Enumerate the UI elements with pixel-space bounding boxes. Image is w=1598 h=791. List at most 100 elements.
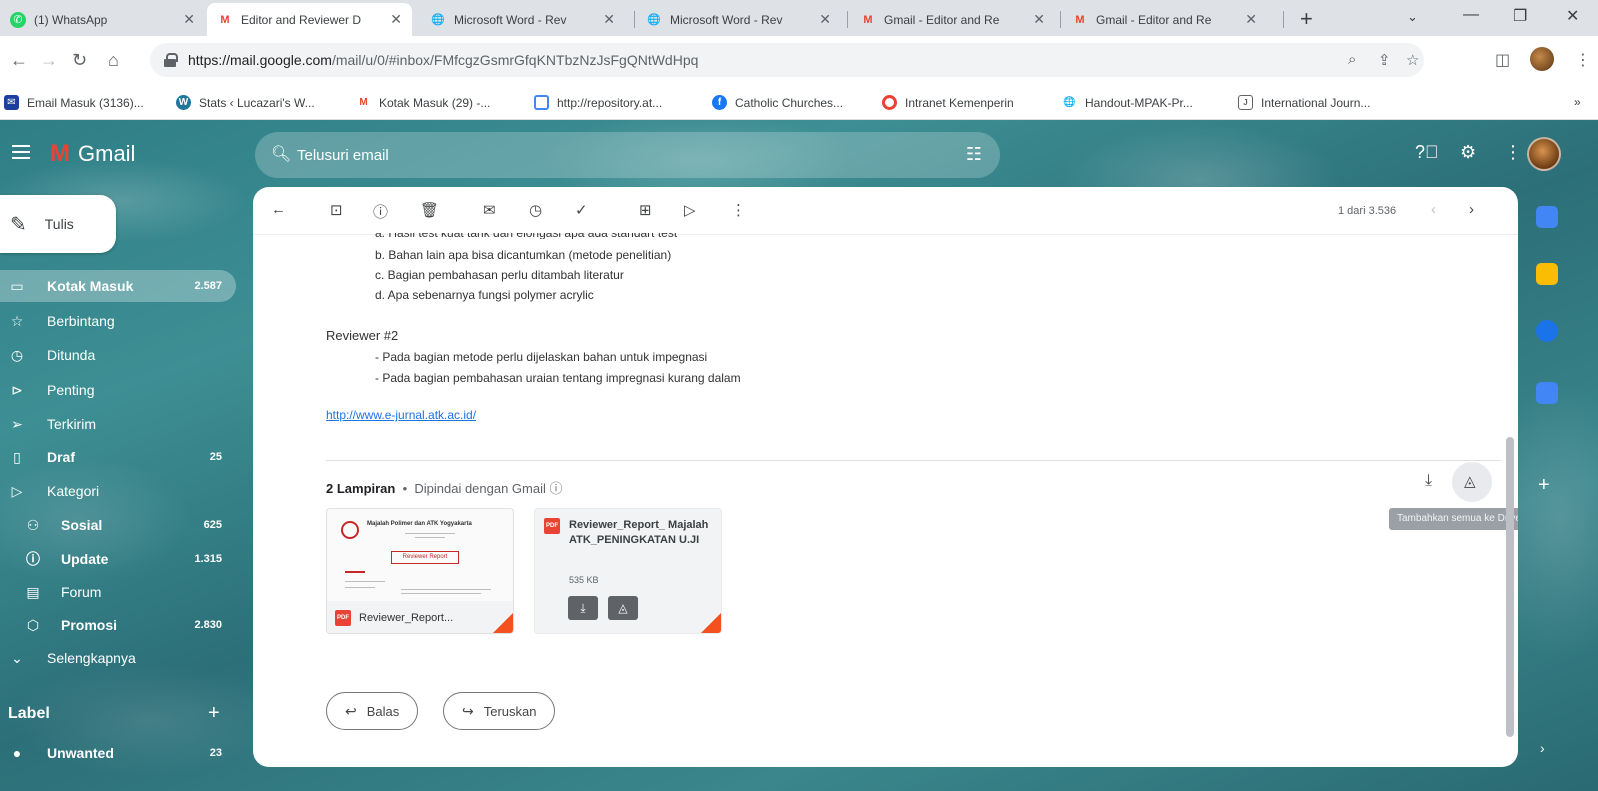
bookmark-star-icon[interactable]: ☆ xyxy=(1406,51,1419,69)
bookmark-item[interactable]: M Kotak Masuk (29) -... xyxy=(356,95,490,110)
browser-tab-active[interactable]: M Editor and Reviewer D ✕ xyxy=(207,3,412,36)
move-to-icon[interactable]: ⊞ xyxy=(639,201,652,219)
compose-button[interactable]: ✎ Tulis xyxy=(0,195,116,253)
sidebar-item-forums[interactable]: ▤ Forum xyxy=(0,576,236,608)
menu-dots-icon[interactable]: ⋮ xyxy=(1575,50,1591,70)
more-options-icon[interactable]: ⋮ xyxy=(731,201,746,219)
address-bar[interactable]: https://mail.google.com/mail/u/0/#inbox/… xyxy=(150,43,1424,77)
older-chevron-icon[interactable]: › xyxy=(1469,201,1474,218)
snooze-icon[interactable]: ◷ xyxy=(529,201,542,219)
new-tab-button[interactable]: + xyxy=(1300,6,1313,32)
message-panel: ← ⊡ ⓘ 🗑︎ ✉ ◷ ✓ ⊞ ▷ ⋮ 1 dari 3.536 ‹ › a.… xyxy=(253,187,1518,767)
minimize-icon[interactable]: — xyxy=(1463,6,1479,24)
add-task-icon[interactable]: ✓ xyxy=(575,201,588,219)
search-input[interactable] xyxy=(297,142,897,168)
label-icon[interactable]: ▷ xyxy=(684,201,696,219)
browser-tab[interactable]: 🌐 Microsoft Word - Rev ✕ xyxy=(420,3,625,36)
url-text: https://mail.google.com/mail/u/0/#inbox/… xyxy=(188,52,699,68)
side-panel-icon[interactable]: ◫ xyxy=(1495,50,1510,70)
search-options-icon[interactable]: ☷ xyxy=(966,144,982,165)
attachment-card[interactable]: Majalah Polimer dan ATK Yogyakarta Revie… xyxy=(326,508,514,634)
close-icon[interactable]: ✕ xyxy=(1033,11,1045,28)
back-arrow-icon[interactable]: ← xyxy=(271,201,286,218)
close-window-icon[interactable]: ✕ xyxy=(1566,6,1579,26)
tab-search-icon[interactable]: ⌄ xyxy=(1407,9,1418,25)
close-icon[interactable]: ✕ xyxy=(603,11,615,28)
sidebar-item-social[interactable]: ⚇ Sosial 625 xyxy=(0,509,236,541)
bookmark-item[interactable]: Intranet Kemenperin xyxy=(882,95,1014,110)
sidebar-item-drafts[interactable]: ▯ Draf 25 xyxy=(0,441,236,473)
sidebar-item-updates[interactable]: ⓘ Update 1.315 xyxy=(0,543,236,575)
search-icon[interactable]: 🔍︎ xyxy=(271,144,291,164)
sidebar-item-inbox[interactable]: ▭ Kotak Masuk 2.587 xyxy=(0,270,236,302)
sidebar-item-categories[interactable]: ▷ Kategori xyxy=(0,475,236,507)
reload-icon[interactable]: ↻ xyxy=(72,50,87,71)
sidebar-item-snoozed[interactable]: ◷ Ditunda xyxy=(0,339,236,371)
reply-button[interactable]: ↩ Balas xyxy=(326,692,419,730)
close-icon[interactable]: ✕ xyxy=(183,11,195,28)
browser-tab[interactable]: ✆ (1) WhatsApp ✕ xyxy=(0,3,205,36)
delete-icon[interactable]: 🗑︎ xyxy=(420,201,439,219)
tasks-icon[interactable] xyxy=(1536,320,1558,342)
bookmarks-bar: ✉ Email Masuk (3136)... W Stats ‹ Lucazari… xyxy=(0,86,1598,120)
search-bar: 🔍︎ ☷ xyxy=(255,132,1000,178)
bookmark-item[interactable]: J International Journ... xyxy=(1238,95,1370,110)
gmail-app: M Gmail 🔍︎ ☷ ?⃝ ⚙ ⋮⋮ ✎ Tulis ▭ Kotak Mas… xyxy=(0,120,1598,791)
gmail-logo[interactable]: M Gmail xyxy=(50,140,135,168)
body-line: b. Bahan lain apa bisa dicantumkan (meto… xyxy=(375,248,672,262)
wordpress-icon: W xyxy=(176,95,191,110)
sidebar-item-important[interactable]: ⊳ Penting xyxy=(0,374,236,406)
share-icon[interactable]: ⇪ xyxy=(1378,51,1391,69)
sidebar-item-more[interactable]: ⌄ Selengkapnya xyxy=(0,642,236,674)
body-line-cut: a. Hasil test kuat tarik dan elongasi ap… xyxy=(375,233,677,239)
browser-tab[interactable]: 🌐 Microsoft Word - Rev ✕ xyxy=(636,3,841,36)
add-addon-icon[interactable]: + xyxy=(1538,474,1550,497)
add-to-drive-button[interactable]: ◬ xyxy=(1452,462,1492,502)
labels-header: Label xyxy=(8,705,50,722)
bookmark-item[interactable]: 🌐 Handout-MPAK-Pr... xyxy=(1062,95,1193,110)
info-icon: ⓘ xyxy=(549,481,563,496)
forward-arrow-icon[interactable]: → xyxy=(40,50,58,71)
save-to-drive-button[interactable]: ◬ xyxy=(608,596,638,620)
back-arrow-icon[interactable]: ← xyxy=(10,50,28,71)
sidebar-label-unwanted[interactable]: ● Unwanted 23 xyxy=(0,737,236,769)
home-icon[interactable]: ⌂ xyxy=(108,50,119,71)
help-icon[interactable]: ?⃝ xyxy=(1415,142,1439,163)
gmail-icon: M xyxy=(863,13,873,26)
main-menu-icon[interactable] xyxy=(12,145,30,159)
report-spam-icon[interactable]: ⓘ xyxy=(373,201,388,222)
bookmark-item[interactable]: W Stats ‹ Lucazari's W... xyxy=(176,95,315,110)
journal-icon: J xyxy=(1238,95,1253,110)
bookmarks-overflow-icon[interactable]: » xyxy=(1574,95,1581,109)
message-scrollbar[interactable] xyxy=(1506,437,1514,737)
add-label-icon[interactable]: + xyxy=(208,702,220,725)
sidebar-item-promotions[interactable]: ⬡ Promosi 2.830 xyxy=(0,609,236,641)
contacts-icon[interactable] xyxy=(1536,382,1558,404)
hide-side-panel-icon[interactable]: › xyxy=(1540,740,1545,756)
maximize-icon[interactable]: ❐ xyxy=(1513,6,1527,26)
mark-unread-icon[interactable]: ✉ xyxy=(483,201,496,219)
attachment-card[interactable]: PDF Reviewer_Report_ Majalah ATK_PENINGK… xyxy=(534,508,722,634)
download-button[interactable]: ⤓ xyxy=(568,596,598,620)
newer-chevron-icon[interactable]: ‹ xyxy=(1431,201,1436,218)
bookmark-item[interactable]: f Catholic Churches... xyxy=(712,95,843,110)
sidebar-item-starred[interactable]: ☆ Berbintang xyxy=(0,305,236,337)
journal-link[interactable]: http://www.e-jurnal.atk.ac.id/ xyxy=(326,408,476,422)
account-avatar[interactable] xyxy=(1527,137,1561,171)
keep-icon[interactable] xyxy=(1536,263,1558,285)
close-icon[interactable]: ✕ xyxy=(819,11,831,28)
browser-tab[interactable]: M Gmail - Editor and Re ✕ xyxy=(1062,3,1267,36)
close-icon[interactable]: ✕ xyxy=(390,11,402,28)
bookmark-item[interactable]: http://repository.at... xyxy=(534,95,662,110)
calendar-icon[interactable] xyxy=(1536,206,1558,228)
close-icon[interactable]: ✕ xyxy=(1245,11,1257,28)
zoom-icon[interactable]: ⌕ xyxy=(1348,51,1356,68)
archive-icon[interactable]: ⊡ xyxy=(330,201,343,219)
browser-tab[interactable]: M Gmail - Editor and Re ✕ xyxy=(850,3,1055,36)
forward-button[interactable]: ↪ Teruskan xyxy=(443,692,556,730)
bookmark-item[interactable]: ✉ Email Masuk (3136)... xyxy=(4,95,144,110)
browser-profile-avatar[interactable] xyxy=(1530,47,1554,71)
sidebar-item-sent[interactable]: ➢ Terkirim xyxy=(0,408,236,440)
download-all-icon[interactable]: ⤓ xyxy=(1425,472,1432,490)
settings-gear-icon[interactable]: ⚙ xyxy=(1460,142,1476,163)
